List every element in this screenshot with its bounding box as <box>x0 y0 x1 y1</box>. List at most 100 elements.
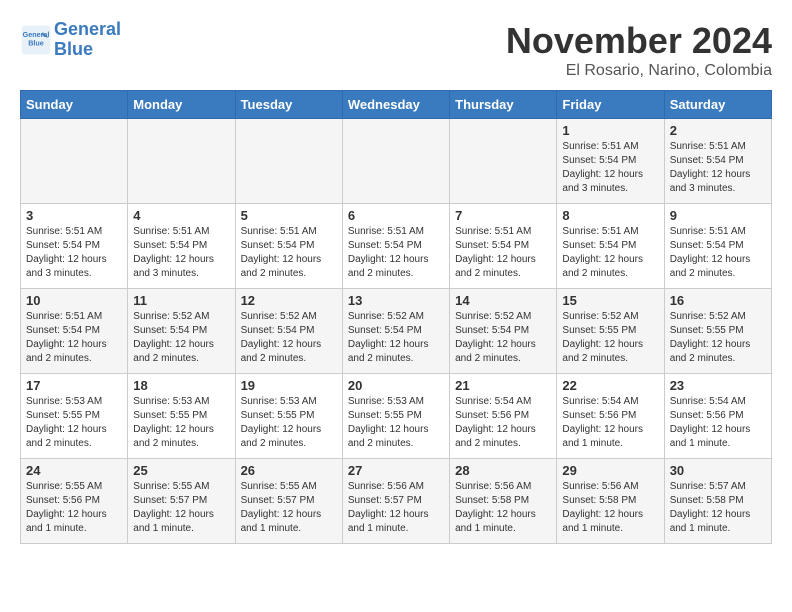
calendar-cell: 8Sunrise: 5:51 AM Sunset: 5:54 PM Daylig… <box>557 204 664 289</box>
day-number: 7 <box>455 208 551 223</box>
day-number: 11 <box>133 293 229 308</box>
day-info: Sunrise: 5:52 AM Sunset: 5:54 PM Dayligh… <box>241 310 337 366</box>
calendar-cell: 20Sunrise: 5:53 AM Sunset: 5:55 PM Dayli… <box>342 374 449 459</box>
calendar-cell: 29Sunrise: 5:56 AM Sunset: 5:58 PM Dayli… <box>557 459 664 544</box>
day-info: Sunrise: 5:52 AM Sunset: 5:55 PM Dayligh… <box>670 310 766 366</box>
calendar-cell: 24 Sunrise: 5:55 AM Sunset: 5:56 PM Dayli… <box>21 459 128 544</box>
calendar-cell: 4 Sunrise: 5:51 AM Sunset: 5:54 PM Daylig… <box>128 204 235 289</box>
day-info: Sunrise: 5:56 AM Sunset: 5:58 PM Dayligh… <box>455 480 551 536</box>
day-info: Sunrise: 5:51 AM Sunset: 5:54 PM Dayligh… <box>26 310 122 366</box>
month-title: November 2024 <box>506 20 772 62</box>
day-info: Sunrise: 5:51 AM Sunset: 5:54 PM Dayligh… <box>241 225 337 281</box>
day-info: Sunrise: 5:54 AM Sunset: 5:56 PM Dayligh… <box>670 395 766 451</box>
day-number: 8 <box>562 208 658 223</box>
calendar-cell: 25 Sunrise: 5:55 AM Sunset: 5:57 PM Dayli… <box>128 459 235 544</box>
day-info: Sunrise: 5:53 AM Sunset: 5:55 PM Dayligh… <box>133 395 229 451</box>
day-number: 25 <box>133 463 229 478</box>
calendar-cell: 5 Sunrise: 5:51 AM Sunset: 5:54 PM Daylig… <box>235 204 342 289</box>
calendar-week-row: 3 Sunrise: 5:51 AM Sunset: 5:54 PM Daylig… <box>21 204 772 289</box>
calendar-cell: 18 Sunrise: 5:53 AM Sunset: 5:55 PM Dayli… <box>128 374 235 459</box>
calendar-cell: 26Sunrise: 5:55 AM Sunset: 5:57 PM Dayli… <box>235 459 342 544</box>
calendar-cell <box>21 119 128 204</box>
calendar-cell: 15Sunrise: 5:52 AM Sunset: 5:55 PM Dayli… <box>557 289 664 374</box>
day-number: 23 <box>670 378 766 393</box>
day-info: Sunrise: 5:51 AM Sunset: 5:54 PM Dayligh… <box>562 140 658 196</box>
day-info: Sunrise: 5:54 AM Sunset: 5:56 PM Dayligh… <box>562 395 658 451</box>
svg-text:Blue: Blue <box>28 38 44 47</box>
day-number: 1 <box>562 123 658 138</box>
day-info: Sunrise: 5:51 AM Sunset: 5:54 PM Dayligh… <box>455 225 551 281</box>
day-info: Sunrise: 5:52 AM Sunset: 5:54 PM Dayligh… <box>348 310 444 366</box>
calendar-cell <box>450 119 557 204</box>
day-info: Sunrise: 5:51 AM Sunset: 5:54 PM Dayligh… <box>133 225 229 281</box>
header-day-tuesday: Tuesday <box>235 91 342 119</box>
calendar-cell: 1 Sunrise: 5:51 AM Sunset: 5:54 PM Daylig… <box>557 119 664 204</box>
calendar-cell: 12 Sunrise: 5:52 AM Sunset: 5:54 PM Dayli… <box>235 289 342 374</box>
day-info: Sunrise: 5:51 AM Sunset: 5:54 PM Dayligh… <box>670 140 766 196</box>
calendar-cell <box>128 119 235 204</box>
calendar-cell: 11 Sunrise: 5:52 AM Sunset: 5:54 PM Dayli… <box>128 289 235 374</box>
calendar-cell: 22 Sunrise: 5:54 AM Sunset: 5:56 PM Dayli… <box>557 374 664 459</box>
calendar-cell: 27Sunrise: 5:56 AM Sunset: 5:57 PM Dayli… <box>342 459 449 544</box>
logo-icon: General Blue <box>20 24 52 56</box>
day-info: Sunrise: 5:55 AM Sunset: 5:57 PM Dayligh… <box>133 480 229 536</box>
day-info: Sunrise: 5:56 AM Sunset: 5:57 PM Dayligh… <box>348 480 444 536</box>
calendar-cell <box>342 119 449 204</box>
day-number: 30 <box>670 463 766 478</box>
day-number: 29 <box>562 463 658 478</box>
day-info: Sunrise: 5:55 AM Sunset: 5:56 PM Dayligh… <box>26 480 122 536</box>
header-day-thursday: Thursday <box>450 91 557 119</box>
calendar-cell: 9 Sunrise: 5:51 AM Sunset: 5:54 PM Daylig… <box>664 204 771 289</box>
day-number: 13 <box>348 293 444 308</box>
calendar-cell: 10 Sunrise: 5:51 AM Sunset: 5:54 PM Dayli… <box>21 289 128 374</box>
svg-text:General: General <box>23 30 50 39</box>
day-number: 22 <box>562 378 658 393</box>
calendar-week-row: 10 Sunrise: 5:51 AM Sunset: 5:54 PM Dayli… <box>21 289 772 374</box>
day-number: 4 <box>133 208 229 223</box>
calendar-cell: 23 Sunrise: 5:54 AM Sunset: 5:56 PM Dayli… <box>664 374 771 459</box>
day-number: 5 <box>241 208 337 223</box>
calendar-cell: 3Sunrise: 5:51 AM Sunset: 5:54 PM Daylig… <box>21 204 128 289</box>
day-number: 9 <box>670 208 766 223</box>
calendar-cell: 7 Sunrise: 5:51 AM Sunset: 5:54 PM Daylig… <box>450 204 557 289</box>
calendar-header-row: SundayMondayTuesdayWednesdayThursdayFrid… <box>21 91 772 119</box>
calendar-cell: 6 Sunrise: 5:51 AM Sunset: 5:54 PM Daylig… <box>342 204 449 289</box>
day-number: 14 <box>455 293 551 308</box>
day-number: 28 <box>455 463 551 478</box>
calendar-cell: 14 Sunrise: 5:52 AM Sunset: 5:54 PM Dayli… <box>450 289 557 374</box>
day-info: Sunrise: 5:57 AM Sunset: 5:58 PM Dayligh… <box>670 480 766 536</box>
day-info: Sunrise: 5:52 AM Sunset: 5:54 PM Dayligh… <box>455 310 551 366</box>
day-number: 10 <box>26 293 122 308</box>
logo: General Blue General Blue <box>20 20 121 60</box>
calendar-cell: 17 Sunrise: 5:53 AM Sunset: 5:55 PM Dayli… <box>21 374 128 459</box>
calendar-cell: 30 Sunrise: 5:57 AM Sunset: 5:58 PM Dayli… <box>664 459 771 544</box>
calendar-cell: 16 Sunrise: 5:52 AM Sunset: 5:55 PM Dayli… <box>664 289 771 374</box>
calendar-cell: 28 Sunrise: 5:56 AM Sunset: 5:58 PM Dayli… <box>450 459 557 544</box>
logo-text-general: General <box>54 19 121 39</box>
day-number: 26 <box>241 463 337 478</box>
calendar-cell <box>235 119 342 204</box>
logo-text-blue: Blue <box>54 40 121 60</box>
day-info: Sunrise: 5:51 AM Sunset: 5:54 PM Dayligh… <box>348 225 444 281</box>
day-number: 12 <box>241 293 337 308</box>
day-number: 6 <box>348 208 444 223</box>
day-info: Sunrise: 5:52 AM Sunset: 5:55 PM Dayligh… <box>562 310 658 366</box>
day-number: 2 <box>670 123 766 138</box>
day-info: Sunrise: 5:52 AM Sunset: 5:54 PM Dayligh… <box>133 310 229 366</box>
day-number: 24 <box>26 463 122 478</box>
page-header: General Blue General Blue November 2024 … <box>20 20 772 80</box>
calendar-cell: 2 Sunrise: 5:51 AM Sunset: 5:54 PM Daylig… <box>664 119 771 204</box>
header-day-monday: Monday <box>128 91 235 119</box>
header-day-sunday: Sunday <box>21 91 128 119</box>
day-info: Sunrise: 5:51 AM Sunset: 5:54 PM Dayligh… <box>670 225 766 281</box>
day-number: 3 <box>26 208 122 223</box>
day-number: 16 <box>670 293 766 308</box>
day-info: Sunrise: 5:53 AM Sunset: 5:55 PM Dayligh… <box>26 395 122 451</box>
header-day-wednesday: Wednesday <box>342 91 449 119</box>
header-day-saturday: Saturday <box>664 91 771 119</box>
header-day-friday: Friday <box>557 91 664 119</box>
day-number: 18 <box>133 378 229 393</box>
day-number: 17 <box>26 378 122 393</box>
day-info: Sunrise: 5:53 AM Sunset: 5:55 PM Dayligh… <box>241 395 337 451</box>
calendar-cell: 13 Sunrise: 5:52 AM Sunset: 5:54 PM Dayli… <box>342 289 449 374</box>
